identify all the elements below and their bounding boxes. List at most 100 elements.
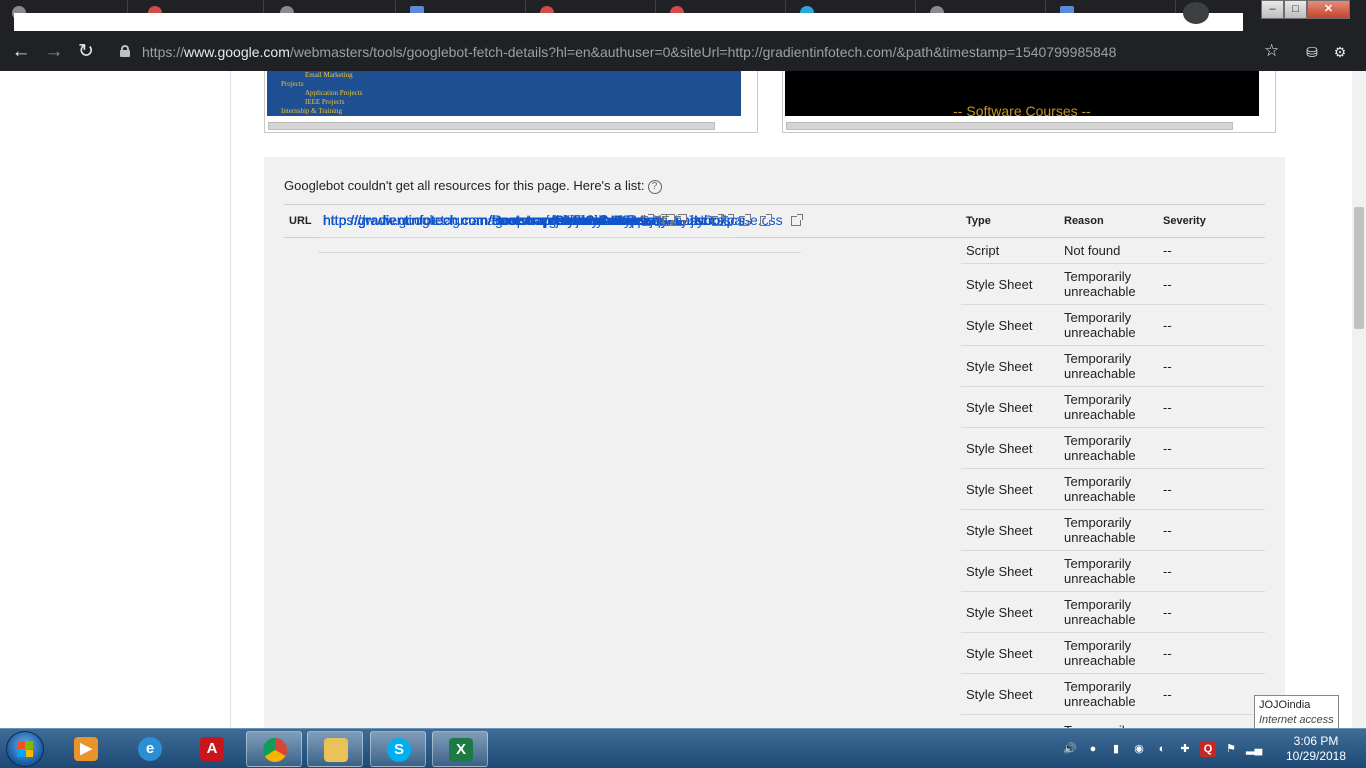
taskbar-app-skype[interactable]: S [370,731,426,767]
windows-logo-icon [17,741,33,757]
preview-scrollbar[interactable] [268,122,715,130]
table-row: http://gradientinfotech.com/bootstrap/Co… [284,212,1265,674]
battery-icon[interactable]: ▮ [1108,741,1124,757]
severity-cell: -- [1158,345,1265,387]
type-cell: Script [961,237,1059,264]
maximize-button[interactable]: □ [1284,0,1307,19]
skype-icon: S [387,738,411,762]
preview-menu-item: Email Marketing [305,71,353,79]
severity-cell: -- [1158,386,1265,428]
table-row: http://gradientinfotech.com/bootstrap/St… [284,212,1265,592]
system-clock[interactable]: 3:06 PM 10/29/2018 [1276,734,1356,764]
acrobat-icon: A [200,737,224,761]
browser-tab-strip: – □ ✕ [0,0,1366,33]
new-tab-button[interactable] [1183,2,1209,24]
taskbar-app-excel[interactable]: X [432,731,488,767]
system-tray: 🔊 ● ▮ ◉ ◐ ✚ Q ⚑ ▂▄ [1062,741,1262,757]
reason-cell: Temporarily unreachable [1059,386,1158,428]
bookmark-star-icon[interactable]: ☆ [1264,41,1279,61]
browser-toolbar: ← → ↻ https://www.google.com/webmasters/… [0,33,1366,71]
taskbar-app-chrome[interactable] [246,731,302,767]
table-row: http://gradientinfotech.com/bootstrap/cs… [284,212,1265,633]
minimize-button[interactable]: – [1261,0,1284,19]
type-cell: Style Sheet [961,591,1059,633]
scrollbar-thumb[interactable] [1354,207,1364,329]
reason-cell: Temporarily unreachable [1059,345,1158,387]
type-cell: Style Sheet [961,632,1059,674]
flag-icon[interactable]: ⚑ [1223,741,1239,757]
back-arrow-icon[interactable]: ← [10,42,32,64]
type-cell: Style Sheet [961,509,1059,551]
rendered-preview-googlebot: Email Marketing Projects Application Pro… [264,71,758,133]
table-row: http://gradientinfotech.com/Bootstrap/sk… [284,212,1265,510]
signal-icon[interactable]: ▂▄ [1246,741,1262,757]
close-button[interactable]: ✕ [1307,0,1350,19]
preview-menu-item: Projects [281,80,304,88]
table-row: http://gradientinfotech.com/Bootstrap/cs… [284,212,1265,469]
volume-icon[interactable]: 🔊 [1062,741,1078,757]
table-row: http://gradientinfotech.com/bootstrap/St… [284,212,1265,715]
resource-link[interactable]: http://gradientinfotech.com/bootstrap/St… [323,212,655,228]
clock-time: 3:06 PM [1293,734,1339,748]
severity-cell: -- [1158,468,1265,510]
tool-icon[interactable]: ✚ [1177,741,1193,757]
settings-icon[interactable]: ◉ [1131,741,1147,757]
preview-scrollbar[interactable] [786,122,1233,130]
help-icon[interactable]: ? [647,180,662,194]
network-tooltip: JOJOindia Internet access [1254,695,1339,729]
resources-table: URL Type Reason Severity https://www.goo… [284,204,1265,728]
severity-cell: -- [1158,237,1265,264]
external-link-icon[interactable] [662,213,675,226]
internet-explorer-icon: e [138,737,162,761]
folder-icon [324,738,348,762]
type-cell: Style Sheet [961,468,1059,510]
url-scheme: https:// [142,44,185,60]
reason-cell: Temporarily unreachable [1059,427,1158,469]
severity-cell: -- [1158,304,1265,346]
q-icon[interactable]: Q [1200,741,1216,757]
lock-icon [120,45,130,57]
severity-cell: -- [1158,591,1265,633]
taskbar-app-acrobat[interactable]: A [184,731,240,767]
taskbar-app-media-player[interactable]: ▶ [58,731,114,767]
reason-cell: Temporarily unreachable [1059,632,1158,674]
preview-banner-text: -- Software Courses -- [953,103,1091,119]
external-link-icon[interactable] [738,213,751,226]
resources-intro: Googlebot couldn't get all resources for… [284,178,662,194]
column-header-severity: Severity [1158,204,1265,238]
forward-arrow-icon[interactable]: → [43,42,65,64]
table-row: http://gradientinfotech.com/ResponsiveMe… [284,212,1265,551]
severity-cell: -- [1158,263,1265,305]
reason-cell: Temporarily unreachable [1059,263,1158,305]
external-link-icon[interactable] [790,213,803,226]
resources-intro-text: Googlebot couldn't get all resources for… [284,178,645,193]
start-button[interactable] [6,731,44,767]
external-link-icon[interactable] [759,213,772,226]
reason-cell: Temporarily unreachable [1059,468,1158,510]
reload-icon[interactable]: ↻ [75,42,97,64]
excel-icon: X [449,738,473,762]
preview-menu: Email Marketing Projects Application Pro… [281,71,362,116]
address-bar[interactable]: https://www.google.com/webmasters/tools/… [108,37,1296,67]
url-text[interactable]: https://www.google.com/webmasters/tools/… [142,44,1116,60]
chrome-icon [263,738,287,762]
type-cell: Style Sheet [961,550,1059,592]
page-scrollbar[interactable] [1352,71,1366,728]
taskbar-app-internet-explorer[interactable]: e [122,731,178,767]
extension-icon[interactable]: ⛁ [1304,44,1320,60]
chat-icon[interactable]: ● [1085,741,1101,757]
external-link-icon[interactable] [674,213,687,226]
table-row: http://gradientinfotech.com/Bootstrap/cs… [284,212,1265,428]
table-row: http://gradientinfotech.com/Bootstrap/js… [284,212,1265,387]
reason-cell: Temporarily unreachable [1059,550,1158,592]
reason-cell: Temporarily unreachable [1059,673,1158,715]
severity-cell: -- [1158,427,1265,469]
preview-menu-item: Application Projects [305,89,363,97]
url-cell: http://gradientinfotech.com/bootstrap/St… [318,212,675,253]
taskbar-app-explorer[interactable] [307,731,363,767]
network-app-icon[interactable]: ◐ [1154,741,1170,757]
sidebar-divider [230,71,231,728]
type-cell: Style Sheet [961,304,1059,346]
column-header-type: Type [961,204,1059,238]
extension-icon[interactable]: ⚙ [1332,44,1348,60]
